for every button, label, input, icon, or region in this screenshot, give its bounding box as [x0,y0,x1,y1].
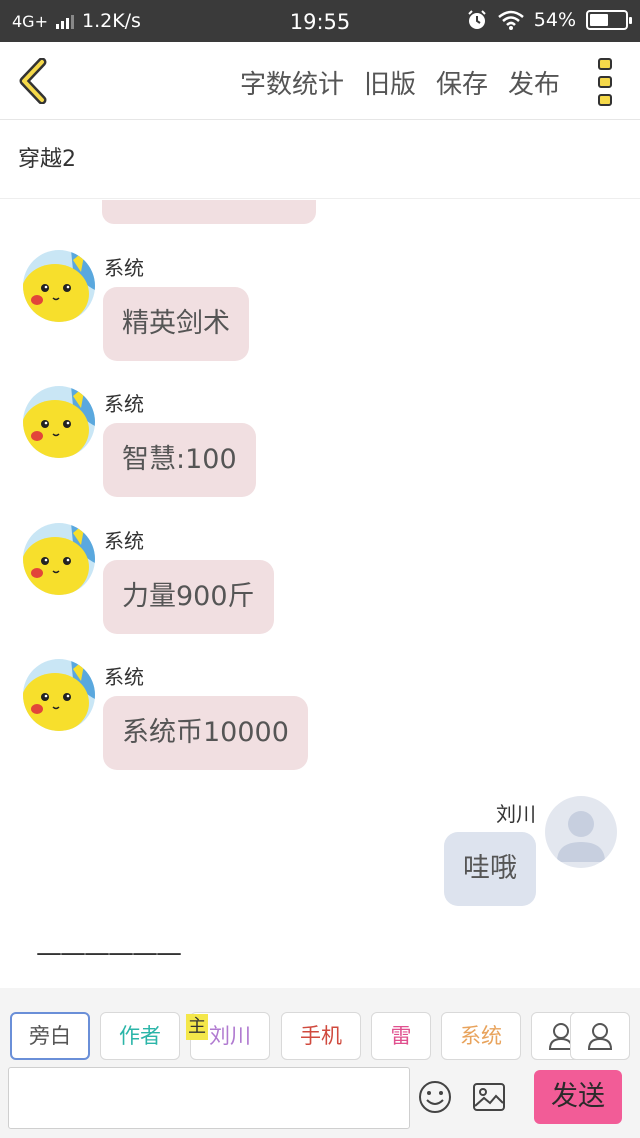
main-character-tag: 主 [186,1014,208,1040]
role-narrator[interactable]: 旁白 [10,1012,90,1060]
image-icon [473,1083,505,1111]
role-selector-bar: 旁白 作者 刘川 手机 雷 系统 [0,988,640,1060]
status-right: 54% [466,9,632,31]
system-avatar[interactable] [23,250,95,322]
pikachu-avatar-icon [23,386,95,458]
system-avatar[interactable] [23,523,95,595]
back-button[interactable] [14,57,54,105]
chevron-left-icon [19,57,47,105]
role-label: 系统 [460,1024,502,1048]
message-input[interactable] [8,1067,410,1129]
message-sender: 刘川 [496,802,536,826]
message-bubble[interactable]: 精英剑术 [103,287,249,361]
old-version-button[interactable]: 旧版 [364,64,416,101]
status-bar: 4G+ 1.2K/s 19:55 54% [0,0,640,42]
smiley-icon [419,1081,451,1113]
role-settings-button[interactable] [570,1012,630,1060]
more-dot [598,76,612,88]
emoji-button[interactable] [418,1080,452,1114]
top-toolbar: 字数统计 旧版 保存 发布 [0,42,640,120]
user-icon [587,1023,613,1050]
message-bubble[interactable]: 哇哦 [444,832,536,906]
system-avatar[interactable] [23,386,95,458]
role-lei[interactable]: 雷 [371,1012,431,1060]
save-button[interactable]: 保存 [436,64,488,101]
system-avatar[interactable] [23,659,95,731]
message-bubble[interactable]: 智慧:100 [103,423,256,497]
role-phone[interactable]: 手机 [281,1012,361,1060]
draft-text: —————— [36,938,182,968]
toolbar-actions: 字数统计 旧版 保存 发布 [240,64,560,101]
message-sender: 系统 [104,392,144,416]
story-title[interactable]: 穿越2 [0,121,640,199]
message-bubble-partial [102,200,316,224]
chat-area[interactable]: 系统 精英剑术 系统 智慧:100 系统 力量900斤 系统 系统币10000 刘川 哇哦 ———… [0,200,640,988]
message-sender: 系统 [104,529,144,553]
default-user-icon [545,796,617,868]
wifi-icon [497,10,524,30]
more-menu-button[interactable] [598,58,614,106]
role-label: 刘川 [209,1024,251,1048]
send-button[interactable]: 发送 [534,1070,622,1124]
pikachu-avatar-icon [23,523,95,595]
battery-fill [590,14,609,26]
image-button[interactable] [472,1082,506,1112]
message-bubble[interactable]: 力量900斤 [103,560,274,634]
role-label: 手机 [300,1024,342,1048]
role-label: 作者 [119,1024,161,1048]
battery-percent: 54% [533,9,576,31]
role-system[interactable]: 系统 [441,1012,521,1060]
role-author[interactable]: 作者 [100,1012,180,1060]
pikachu-avatar-icon [23,250,95,322]
message-bubble[interactable]: 系统币10000 [103,696,308,770]
input-bar: 发送 [0,1060,640,1138]
role-label: 旁白 [29,1024,71,1048]
message-sender: 系统 [104,665,144,689]
alarm-icon [468,10,486,29]
user-avatar[interactable] [545,796,617,868]
role-label: 雷 [390,1024,412,1048]
more-dot [598,58,612,70]
publish-button[interactable]: 发布 [508,64,560,101]
word-count-button[interactable]: 字数统计 [240,64,344,101]
pikachu-avatar-icon [23,659,95,731]
battery-icon [586,10,632,30]
message-sender: 系统 [104,256,144,280]
more-dot [598,94,612,106]
